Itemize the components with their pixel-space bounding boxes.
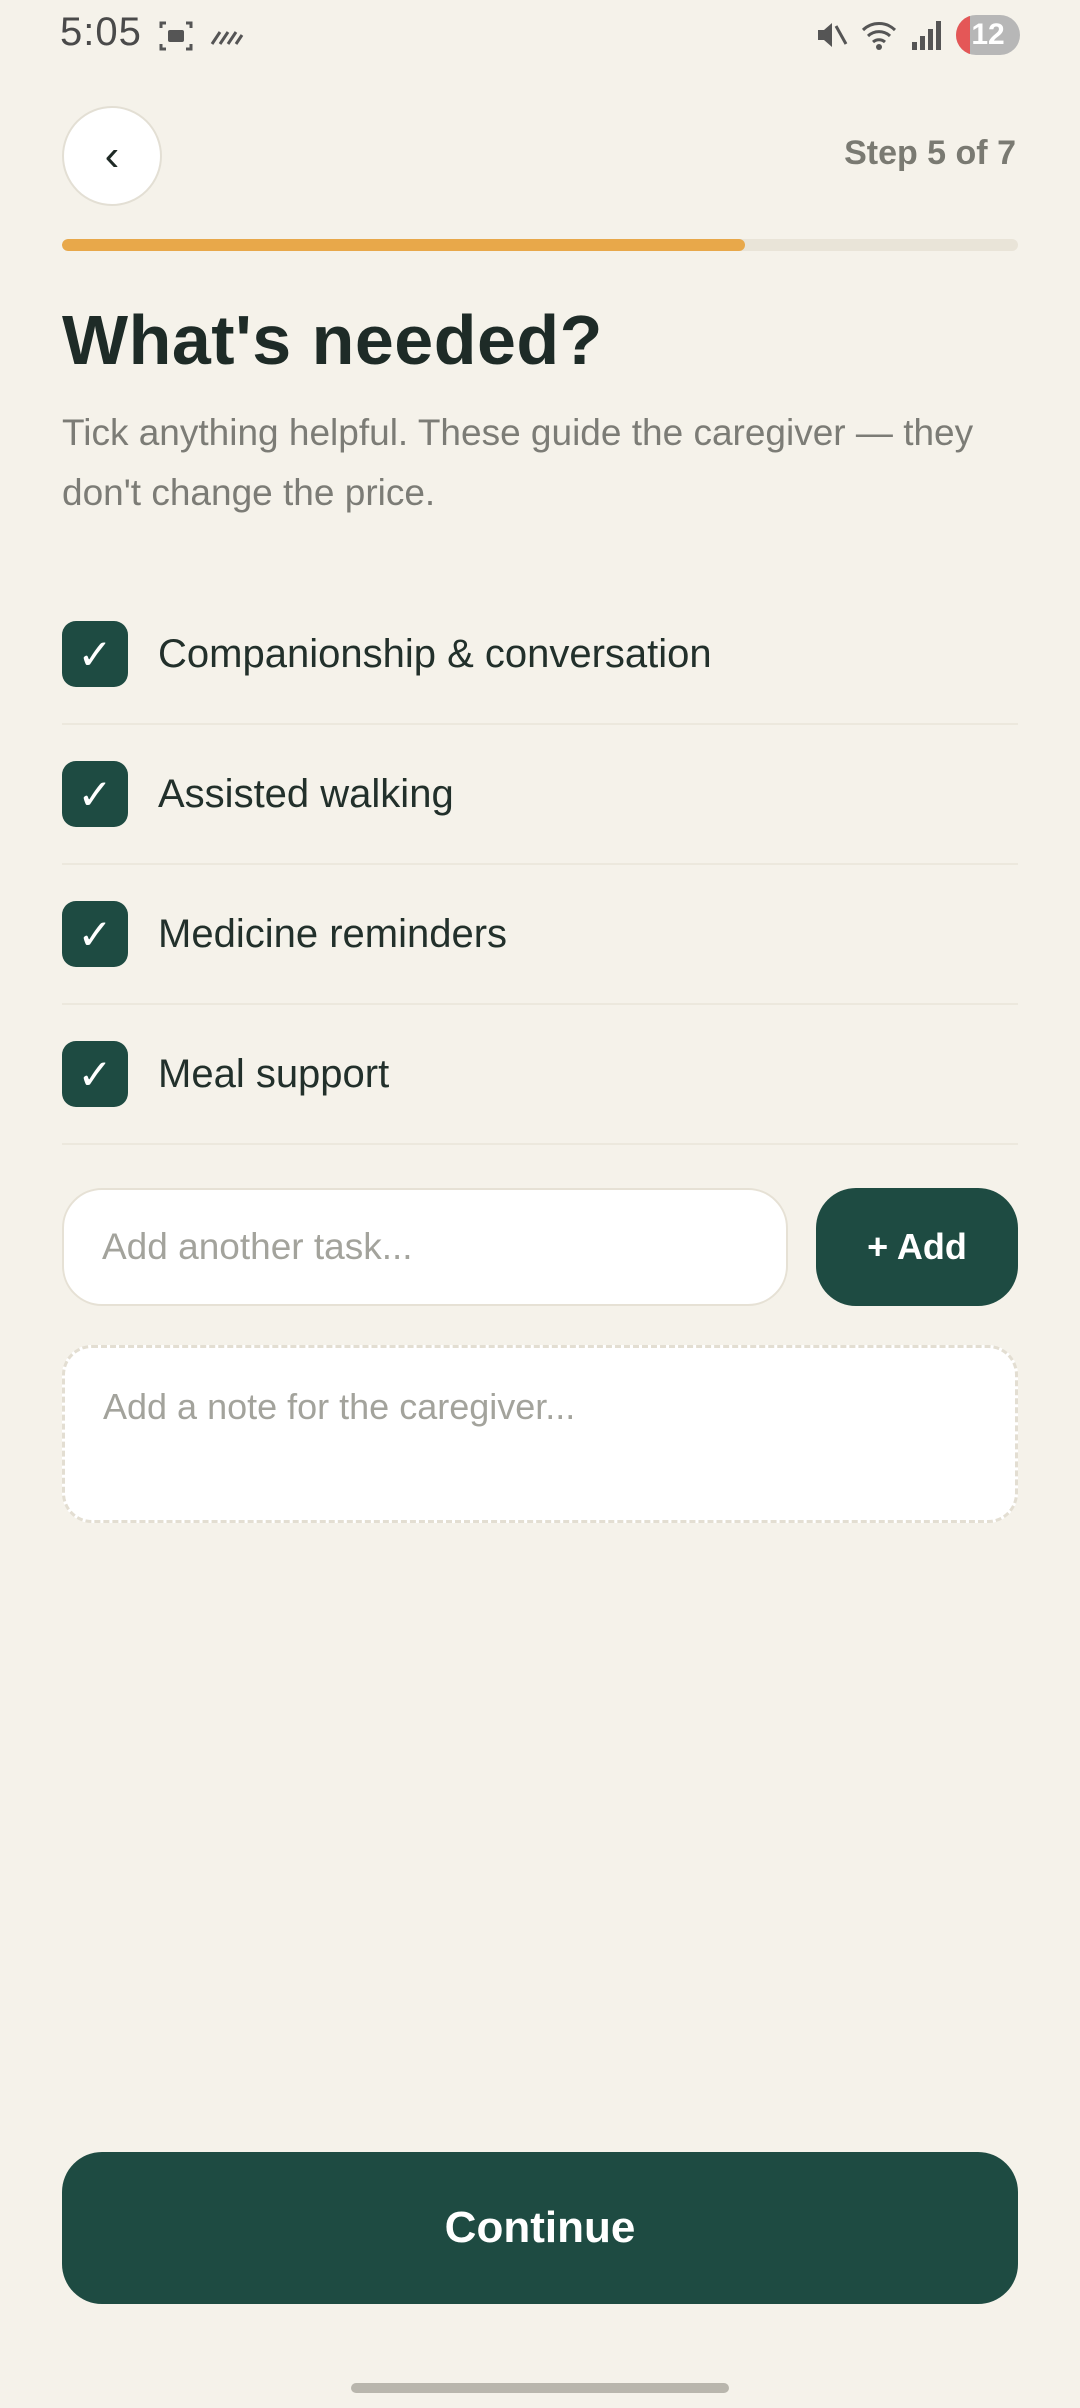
task-item[interactable]: ✓ Companionship & conversation	[62, 585, 1018, 725]
step-indicator: Step 5 of 7	[844, 134, 1016, 172]
checkmark-icon: ✓	[77, 770, 113, 818]
add-task-input[interactable]	[62, 1188, 788, 1306]
continue-button[interactable]: Continue	[62, 2152, 1018, 2304]
chevron-left-icon: ‹	[104, 131, 120, 180]
status-time: 5:05	[60, 10, 142, 54]
checkbox-checked[interactable]: ✓	[62, 761, 128, 827]
progress-bar	[62, 239, 1018, 251]
task-item[interactable]: ✓ Assisted walking	[62, 725, 1018, 865]
back-button[interactable]: ‹	[62, 106, 162, 206]
notification-badge: 12	[956, 15, 1020, 55]
wifi-icon	[861, 22, 897, 50]
progress-fill	[62, 239, 745, 251]
caregiver-note-field[interactable]	[62, 1345, 1018, 1523]
status-icons: 12	[812, 14, 1020, 56]
task-label: Companionship & conversation	[158, 631, 712, 676]
task-label: Assisted walking	[158, 771, 454, 816]
task-list: ✓ Companionship & conversation ✓ Assiste…	[62, 585, 1018, 1145]
page-title: What's needed?	[62, 301, 603, 379]
checkbox-checked[interactable]: ✓	[62, 1041, 128, 1107]
page-subtitle: Tick anything helpful. These guide the c…	[62, 412, 974, 513]
status-bar: 5:05 12	[0, 0, 1080, 70]
add-task-button[interactable]: + Add	[816, 1188, 1018, 1306]
checkbox-checked[interactable]: ✓	[62, 901, 128, 967]
checkmark-icon: ✓	[77, 910, 113, 958]
checkmark-icon: ✓	[77, 1050, 113, 1098]
task-label: Medicine reminders	[158, 911, 508, 956]
signal-icon	[912, 21, 941, 50]
mute-icon	[818, 23, 848, 47]
task-item[interactable]: ✓ Meal support	[62, 1005, 1018, 1145]
task-item[interactable]: ✓ Medicine reminders	[62, 865, 1018, 1005]
task-label: Meal support	[158, 1051, 390, 1096]
notification-count: 12	[971, 18, 1005, 51]
home-indicator[interactable]	[351, 2383, 729, 2393]
checkmark-icon: ✓	[77, 630, 113, 678]
checkbox-checked[interactable]: ✓	[62, 621, 128, 687]
nfc-icon	[210, 31, 244, 45]
screenshot-icon	[159, 21, 193, 51]
